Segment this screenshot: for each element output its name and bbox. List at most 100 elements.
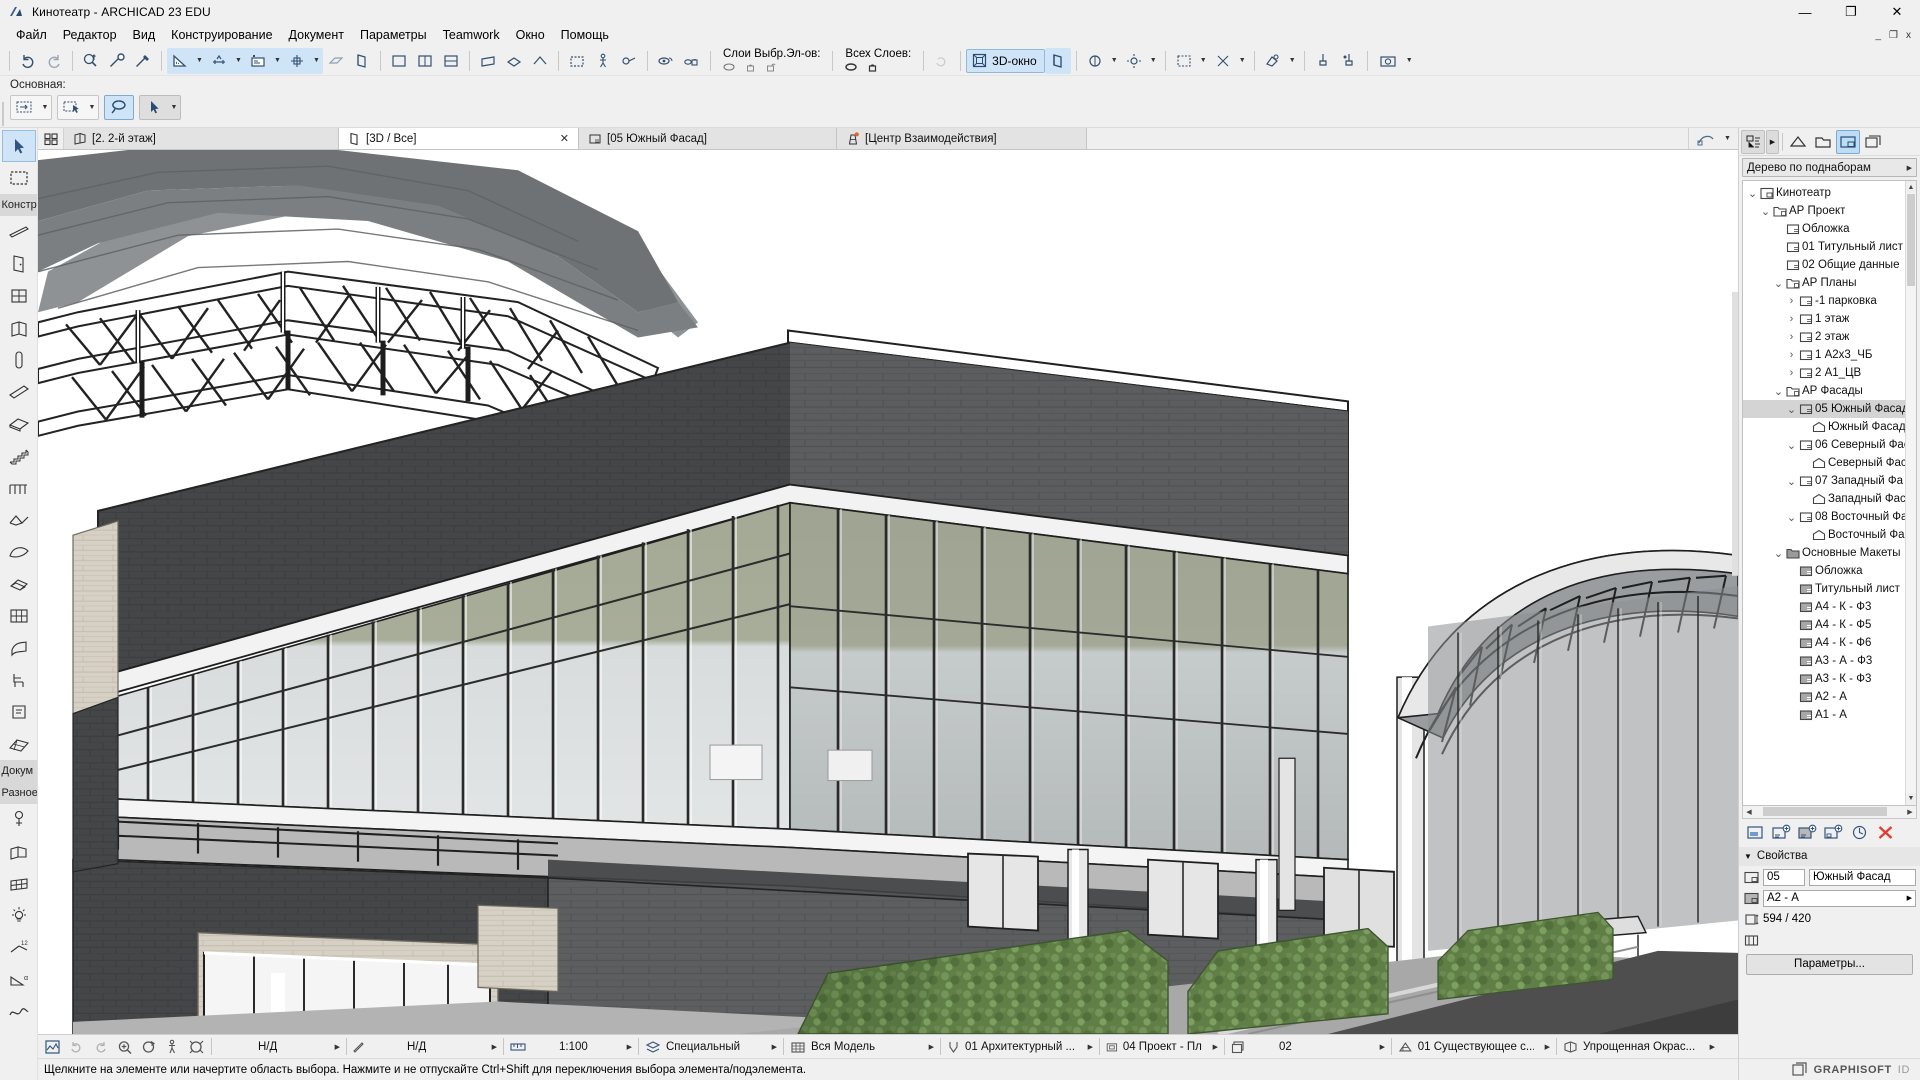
measure-tool-icon[interactable] bbox=[167, 47, 193, 74]
navigator-dropdown-icon[interactable]: ▶ bbox=[1766, 129, 1779, 154]
tree-item[interactable]: А1 - А bbox=[1743, 706, 1916, 724]
tree-item[interactable]: 02 Общие данные bbox=[1743, 256, 1916, 274]
toolbox-category-construction[interactable]: Констр bbox=[0, 194, 37, 216]
3d-style-field[interactable]: Упрощенная Окрас... ▶ bbox=[1560, 1036, 1718, 1058]
triangle-down-icon[interactable]: ▼ bbox=[1744, 852, 1752, 861]
tree-item[interactable]: ⌄ АР Планы bbox=[1743, 274, 1916, 292]
layer-lock-icon[interactable] bbox=[679, 48, 705, 74]
scroll-left-icon[interactable]: ◀ bbox=[1743, 808, 1755, 816]
snap-grid-icon[interactable] bbox=[284, 47, 310, 74]
graphisoft-id-icon[interactable] bbox=[1792, 1062, 1808, 1077]
view-split-icon[interactable] bbox=[438, 48, 464, 74]
sun-settings-icon[interactable] bbox=[1121, 48, 1147, 74]
view-mode-icon[interactable] bbox=[40, 1036, 64, 1058]
maximize-button[interactable]: ❐ bbox=[1828, 0, 1874, 24]
chevron-right-icon[interactable]: › bbox=[1785, 313, 1798, 325]
corner-window-tool[interactable] bbox=[2, 312, 36, 344]
tree-item[interactable]: Восточный Фас bbox=[1743, 526, 1916, 544]
3d-style-arrow[interactable]: ▶ bbox=[1704, 1043, 1715, 1051]
view-eye-icon[interactable] bbox=[653, 48, 679, 74]
tab-interaction-center[interactable]: [Центр Взаимодействия] bbox=[837, 128, 1087, 149]
doc-minimize-button[interactable]: _ bbox=[1875, 30, 1881, 41]
roof-tool[interactable] bbox=[2, 504, 36, 536]
tree-item[interactable]: › 1 этаж bbox=[1743, 310, 1916, 328]
tree-item[interactable]: ⌄ 08 Восточный Фа bbox=[1743, 508, 1916, 526]
tree-item[interactable]: Северный Фаса bbox=[1743, 454, 1916, 472]
tree-item[interactable]: ⌄ 06 Северный Фас bbox=[1743, 436, 1916, 454]
toolbox-category-misc[interactable]: Разное bbox=[0, 782, 37, 804]
marquee-drag-arrow[interactable]: ▼ bbox=[39, 96, 51, 119]
label-tool-icon[interactable] bbox=[245, 47, 271, 74]
paint-3d-icon[interactable] bbox=[1260, 48, 1286, 74]
minimize-button[interactable]: — bbox=[1782, 0, 1828, 24]
angle-dimension-tool[interactable]: α bbox=[2, 964, 36, 996]
hide-layer-icon[interactable] bbox=[722, 62, 736, 72]
navigator-tree-selector[interactable]: Дерево по поднаборам ▶ bbox=[1742, 158, 1917, 177]
lasso-button[interactable] bbox=[104, 94, 134, 120]
scroll-thumb[interactable] bbox=[1907, 194, 1915, 286]
chevron-down-icon[interactable]: ⌄ bbox=[1772, 385, 1785, 398]
new-layout-icon[interactable] bbox=[1743, 821, 1767, 845]
door-tool[interactable] bbox=[2, 248, 36, 280]
tree-item[interactable]: А3 - К - Ф3 bbox=[1743, 670, 1916, 688]
layer-combination-field[interactable]: Специальный ▶ bbox=[642, 1036, 780, 1058]
navigator-vertical-scrollbar[interactable]: ▲ ▼ bbox=[1905, 181, 1916, 805]
tree-item[interactable]: Западный Фаса bbox=[1743, 490, 1916, 508]
graphic-override-field[interactable]: 02 ▶ bbox=[1228, 1036, 1388, 1058]
menu-options[interactable]: Параметры bbox=[352, 26, 435, 44]
tab-grid-icon[interactable] bbox=[38, 128, 64, 149]
wall-tool[interactable] bbox=[2, 216, 36, 248]
arrow-tool[interactable] bbox=[1, 130, 36, 162]
render-icon[interactable] bbox=[1082, 48, 1108, 74]
tree-item[interactable]: А4 - К - Ф6 bbox=[1743, 634, 1916, 652]
marquee-select-button[interactable]: ▼ bbox=[57, 94, 99, 120]
brush-icon[interactable] bbox=[1310, 48, 1336, 74]
clip-dropdown-arrow[interactable]: ▼ bbox=[1236, 48, 1249, 74]
tab-3d-view[interactable]: [3D / Все] ✕ bbox=[339, 128, 579, 149]
tree-item[interactable]: А4 - К - Ф5 bbox=[1743, 616, 1916, 634]
dimension-dropdown-arrow[interactable]: ▼ bbox=[232, 48, 245, 74]
scroll-down-icon[interactable]: ▼ bbox=[1906, 792, 1916, 805]
tree-item[interactable]: Южный Фасад bbox=[1743, 418, 1916, 436]
camera-path-icon[interactable] bbox=[616, 48, 642, 74]
tree-item[interactable]: Титульный лист bbox=[1743, 580, 1916, 598]
sun-dropdown-arrow[interactable]: ▼ bbox=[1147, 48, 1160, 74]
update-icon[interactable] bbox=[1847, 821, 1871, 845]
mesh-tool[interactable] bbox=[2, 632, 36, 664]
hscroll-track[interactable] bbox=[1755, 806, 1904, 817]
tab-south-elevation[interactable]: [05 Южный Фасад] bbox=[579, 128, 837, 149]
undo-icon[interactable] bbox=[15, 48, 41, 74]
chevron-right-icon[interactable]: › bbox=[1785, 349, 1798, 361]
dimension-icon[interactable] bbox=[206, 47, 232, 74]
wall-toolbar-icon[interactable] bbox=[475, 48, 501, 74]
model-view-options-field[interactable]: 04 Проект - Планы ▶ bbox=[1103, 1036, 1221, 1058]
new-independent-layout-icon[interactable] bbox=[1769, 821, 1793, 845]
chevron-down-icon[interactable]: ⌄ bbox=[1772, 277, 1785, 290]
dimension-scale-field[interactable]: Н/Д ▶ bbox=[215, 1036, 343, 1058]
tree-item[interactable]: ⌄ Кинотеатр bbox=[1743, 184, 1916, 202]
delete-icon[interactable] bbox=[1873, 821, 1897, 845]
beam-tool[interactable] bbox=[2, 376, 36, 408]
chevron-down-icon[interactable]: ⌄ bbox=[1759, 205, 1772, 218]
tree-item[interactable]: › 2 этаж bbox=[1743, 328, 1916, 346]
navigator-subsets-icon[interactable] bbox=[1741, 129, 1765, 154]
navigator-horizontal-scrollbar[interactable]: ◀ ▶ bbox=[1742, 805, 1917, 819]
menu-window[interactable]: Окно bbox=[508, 26, 553, 44]
marquee-select-arrow[interactable]: ▼ bbox=[86, 96, 98, 119]
fit-in-window-icon[interactable] bbox=[184, 1036, 208, 1058]
tree-item[interactable]: ⌄ АР Фасады bbox=[1743, 382, 1916, 400]
properties-header[interactable]: ▼ Свойства bbox=[1739, 846, 1920, 866]
hscroll-thumb[interactable] bbox=[1763, 807, 1887, 816]
linear-dimension-tool[interactable]: 12 bbox=[2, 932, 36, 964]
skylight-tool[interactable] bbox=[2, 728, 36, 760]
scroll-up-icon[interactable]: ▲ bbox=[1906, 181, 1916, 193]
align-icon[interactable] bbox=[323, 48, 349, 74]
camera-dropdown-arrow[interactable]: ▼ bbox=[1403, 48, 1416, 74]
roof-toolbar-icon[interactable] bbox=[527, 48, 553, 74]
menu-help[interactable]: Помощь bbox=[553, 26, 617, 44]
inject-params-icon[interactable] bbox=[130, 48, 156, 74]
find-select-icon[interactable] bbox=[78, 48, 104, 74]
section-tool[interactable] bbox=[2, 836, 36, 868]
zone-tool[interactable] bbox=[2, 696, 36, 728]
railing-tool[interactable] bbox=[2, 472, 36, 504]
